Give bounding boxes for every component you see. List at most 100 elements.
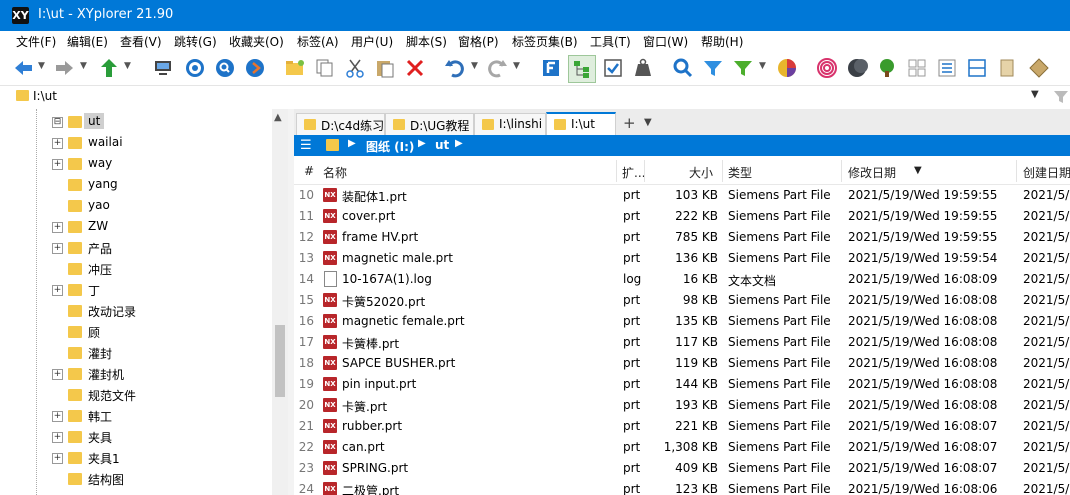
- split-icon[interactable]: [964, 55, 990, 81]
- menu-tabsets[interactable]: 标签页集(B): [512, 33, 578, 50]
- expand-icon[interactable]: +: [52, 285, 63, 296]
- tree-item[interactable]: + 夹具1: [0, 448, 272, 469]
- tree-item[interactable]: + 丁: [0, 280, 272, 301]
- tree-item[interactable]: yang: [0, 175, 272, 196]
- tab-dropdown-icon[interactable]: ▼: [644, 117, 652, 128]
- tree-item[interactable]: 灌封: [0, 343, 272, 364]
- menu-icon[interactable]: ☰: [300, 138, 312, 153]
- file-row[interactable]: 10 NX 装配体1.prt prt 103 KB Siemens Part File 20…: [294, 185, 1070, 206]
- column-divider[interactable]: [1016, 160, 1017, 182]
- new-folder-icon[interactable]: [282, 55, 308, 81]
- file-row[interactable]: 14 10-167A(1).log log 16 KB 文本文档 2021/5/19/We…: [294, 269, 1070, 290]
- column-divider[interactable]: [616, 160, 617, 182]
- list-icon[interactable]: [934, 55, 960, 81]
- file-row[interactable]: 16 NX magnetic female.prt prt 135 KB Siemens …: [294, 311, 1070, 332]
- column-divider[interactable]: [644, 160, 645, 182]
- tree-item-ut[interactable]: ⊟ ut: [0, 112, 272, 133]
- column-divider[interactable]: [841, 160, 842, 182]
- expand-icon[interactable]: +: [52, 243, 63, 254]
- tree-item[interactable]: + 产品: [0, 238, 272, 259]
- play-circle-icon[interactable]: [242, 55, 268, 81]
- file-row[interactable]: 17 NX 卡簧棒.prt prt 117 KB Siemens Part File 202…: [294, 332, 1070, 353]
- address-path[interactable]: I:\ut: [33, 89, 57, 103]
- tab-c4d[interactable]: D:\c4d练习: [296, 113, 385, 136]
- column-divider[interactable]: [722, 160, 723, 182]
- paste-icon[interactable]: [372, 55, 398, 81]
- address-bar[interactable]: I:\ut ▼: [0, 85, 1070, 110]
- menu-file[interactable]: 文件(F): [16, 33, 56, 50]
- tree-item[interactable]: + 韩工: [0, 406, 272, 427]
- filter-dropdown-icon[interactable]: ▼: [759, 61, 767, 71]
- menu-tools[interactable]: 工具(T): [590, 33, 631, 50]
- tab-linshi[interactable]: I:\linshi: [474, 113, 546, 136]
- back-dropdown-icon[interactable]: ▼: [38, 61, 46, 71]
- menu-go[interactable]: 跳转(G): [174, 33, 217, 50]
- file-row[interactable]: 22 NX can.prt prt 1,308 KB Siemens Part File 2…: [294, 437, 1070, 458]
- file-row[interactable]: 13 NX magnetic male.prt prt 136 KB Siemens Pa…: [294, 248, 1070, 269]
- menu-script[interactable]: 脚本(S): [406, 33, 447, 50]
- file-row[interactable]: 21 NX rubber.prt prt 221 KB Siemens Part File…: [294, 416, 1070, 437]
- expand-icon[interactable]: +: [52, 411, 63, 422]
- tree-item[interactable]: 规范文件: [0, 385, 272, 406]
- diamond-icon[interactable]: [1026, 55, 1052, 81]
- up-arrow-icon[interactable]: [96, 55, 122, 81]
- tree-item[interactable]: yao: [0, 196, 272, 217]
- moon-icon[interactable]: [844, 55, 870, 81]
- menu-edit[interactable]: 编辑(E): [67, 33, 108, 50]
- scroll-up-icon[interactable]: ▲: [274, 112, 282, 123]
- file-row[interactable]: 18 NX SAPCE BUSHER.prt prt 119 KB Siemens Par…: [294, 353, 1070, 374]
- tree-item[interactable]: + wailai: [0, 133, 272, 154]
- menu-user[interactable]: 用户(U): [351, 33, 393, 50]
- new-tab-icon[interactable]: +: [623, 114, 636, 132]
- menu-tags[interactable]: 标签(A): [297, 33, 339, 50]
- tree-scrollbar[interactable]: [272, 109, 288, 495]
- checkbox-icon[interactable]: [600, 55, 626, 81]
- file-row[interactable]: 11 NX cover.prt prt 222 KB Siemens Part File 2…: [294, 206, 1070, 227]
- col-size[interactable]: 大小: [689, 164, 713, 181]
- collapse-icon[interactable]: ⊟: [52, 117, 63, 128]
- filter-icon[interactable]: [700, 55, 726, 81]
- redo-dropdown-icon[interactable]: ▼: [513, 61, 521, 71]
- undo-dropdown-icon[interactable]: ▼: [471, 61, 479, 71]
- forward-arrow-icon[interactable]: [52, 55, 78, 81]
- search-circle-icon[interactable]: [212, 55, 238, 81]
- forward-dropdown-icon[interactable]: ▼: [80, 61, 88, 71]
- filter-icon[interactable]: [1053, 89, 1070, 106]
- expand-icon[interactable]: +: [52, 222, 63, 233]
- computer-icon[interactable]: [150, 55, 176, 81]
- undo-icon[interactable]: [442, 55, 468, 81]
- target-icon[interactable]: [182, 55, 208, 81]
- expand-icon[interactable]: +: [52, 138, 63, 149]
- copy-icon[interactable]: [312, 55, 338, 81]
- tree-item[interactable]: + way: [0, 154, 272, 175]
- col-created[interactable]: 创建日期: [1023, 164, 1070, 181]
- breadcrumb-folder[interactable]: ut: [435, 138, 449, 152]
- tree-item[interactable]: 顾: [0, 322, 272, 343]
- menu-window[interactable]: 窗口(W): [643, 33, 688, 50]
- spiral-icon[interactable]: [814, 55, 840, 81]
- tree-scrollbar-thumb[interactable]: [275, 325, 285, 397]
- weight-icon[interactable]: [630, 55, 656, 81]
- tree-plant-icon[interactable]: [874, 55, 900, 81]
- tree-item[interactable]: + ZW: [0, 217, 272, 238]
- back-arrow-icon[interactable]: [10, 55, 36, 81]
- expand-icon[interactable]: +: [52, 159, 63, 170]
- expand-icon[interactable]: +: [52, 432, 63, 443]
- tree-item[interactable]: + 夹具: [0, 427, 272, 448]
- file-row[interactable]: 15 NX 卡簧52020.prt prt 98 KB Siemens Part File…: [294, 290, 1070, 311]
- breadcrumb-drive[interactable]: 图纸 (I:): [366, 138, 414, 155]
- chevron-right-icon[interactable]: ▶: [455, 138, 463, 149]
- green-filter-icon[interactable]: [730, 55, 756, 81]
- col-num[interactable]: #: [304, 164, 314, 178]
- col-ext[interactable]: 扩...: [622, 164, 645, 181]
- file-row[interactable]: 12 NX frame HV.prt prt 785 KB Siemens Part Fi…: [294, 227, 1070, 248]
- col-type[interactable]: 类型: [728, 164, 752, 181]
- find-icon[interactable]: [670, 55, 696, 81]
- tab-ug[interactable]: D:\UG教程: [385, 113, 474, 136]
- redo-icon[interactable]: [484, 55, 510, 81]
- menu-panes[interactable]: 窗格(P): [458, 33, 499, 50]
- address-dropdown-icon[interactable]: ▼: [1031, 89, 1039, 100]
- col-modified[interactable]: 修改日期: [848, 164, 896, 181]
- expand-icon[interactable]: +: [52, 369, 63, 380]
- menu-help[interactable]: 帮助(H): [701, 33, 743, 50]
